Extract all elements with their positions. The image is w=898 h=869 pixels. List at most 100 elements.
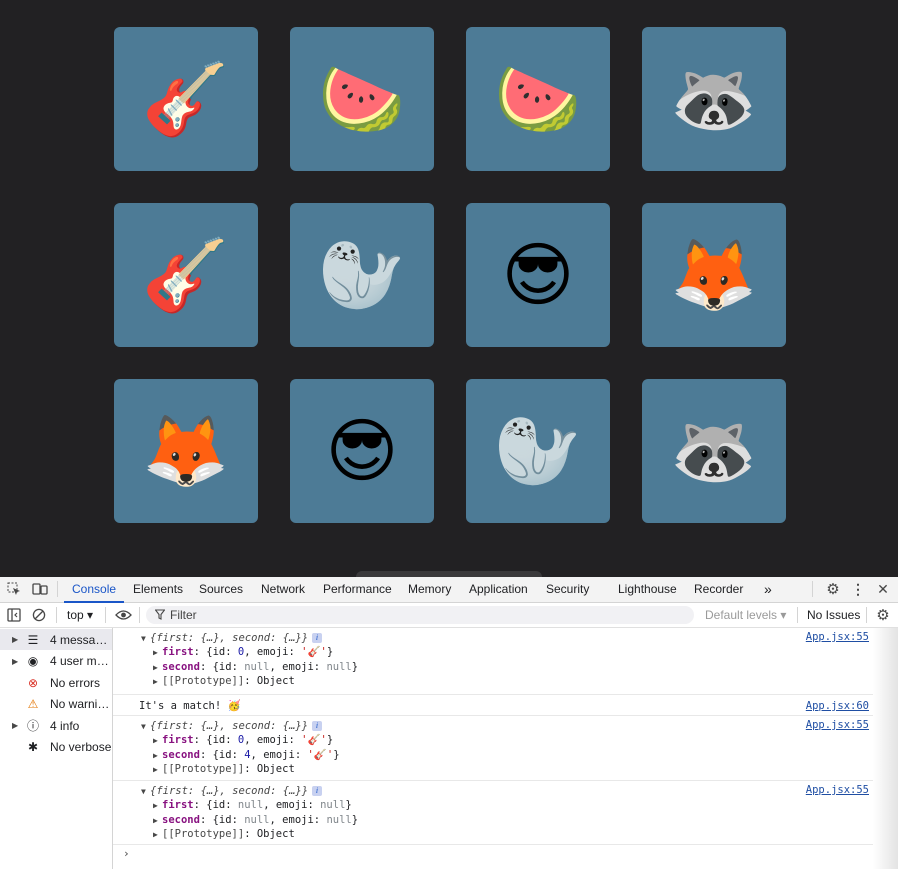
sidebar-filter-error[interactable]: ⊗ No errors [0, 672, 112, 693]
property-value: null [326, 661, 352, 673]
console-prompt[interactable]: › [123, 847, 130, 860]
expand-triangle-icon[interactable]: ▶ [153, 828, 162, 842]
tab-security[interactable]: Security [546, 577, 589, 602]
source-link[interactable]: App.jsx:60 [806, 700, 869, 712]
property-value: 0 [237, 734, 245, 746]
sidebar-filter-warning[interactable]: ⚠ No warnin... [0, 694, 112, 715]
console-message: App.jsx:60 It's a match! 🥳 [113, 695, 873, 716]
property-key: id [212, 799, 226, 811]
property-key: emoji [256, 734, 289, 746]
card-smiling-face-with-sunglasses[interactable]: 😎 [466, 203, 610, 347]
expand-triangle-icon[interactable]: ▶ [153, 799, 162, 813]
expand-triangle-icon[interactable]: ▶ [153, 763, 162, 777]
tab-network[interactable]: Network [261, 577, 305, 602]
property-value: 4 [244, 749, 251, 761]
settings-gear-icon[interactable]: ⚙ [825, 581, 841, 598]
clear-console-icon[interactable] [31, 607, 47, 623]
collapse-triangle-icon[interactable]: ▼ [141, 720, 150, 734]
expand-arrow-icon[interactable]: ▶ [12, 657, 18, 666]
tab-lighthouse[interactable]: Lighthouse [618, 577, 677, 602]
devtools-panel: Console Elements Sources Network Perform… [0, 577, 898, 869]
tab-sources[interactable]: Sources [199, 577, 243, 602]
tab-performance[interactable]: Performance [323, 577, 392, 602]
log-levels-dropdown[interactable]: Default levels ▾ [705, 608, 786, 622]
property-second[interactable]: ▶ second: {id: 4, emoji: '🎸'} [153, 748, 340, 762]
tab-recorder[interactable]: Recorder [694, 577, 743, 602]
expand-triangle-icon[interactable]: ▶ [153, 749, 162, 763]
property-first[interactable]: ▶ first: {id: null, emoji: null} [153, 798, 352, 812]
object-summary[interactable]: ▼ {first: {…}, second: {…}} i [141, 631, 323, 646]
card-seal[interactable]: 🦭 [290, 203, 434, 347]
expand-arrow-icon[interactable]: ▶ [12, 721, 18, 730]
property-key: emoji [275, 799, 308, 811]
source-link[interactable]: App.jsx:55 [806, 631, 869, 643]
console-settings-gear-icon[interactable]: ⚙ [875, 607, 891, 624]
card-smiling-face-with-sunglasses[interactable]: 😎 [290, 379, 434, 523]
log-text: It's a match! 🥳 [139, 700, 241, 712]
card-guitar[interactable]: 🎸 [114, 203, 258, 347]
tab-elements[interactable]: Elements [133, 577, 183, 602]
expand-triangle-icon[interactable]: ▶ [153, 814, 162, 828]
expand-triangle-icon[interactable]: ▶ [153, 734, 162, 748]
prototype-value: Object [256, 675, 295, 687]
prototype-row[interactable]: ▶ [[Prototype]]: Object [153, 762, 295, 776]
seal-emoji: 🦭 [318, 234, 406, 316]
sidebar-filter-bug[interactable]: ✱ No verbose [0, 737, 112, 758]
sidebar-toggle-icon[interactable] [6, 607, 22, 623]
card-watermelon[interactable]: 🍉 [466, 27, 610, 171]
more-options-icon[interactable]: ⋮ [851, 581, 865, 597]
toolbar-divider [866, 607, 867, 623]
property-value: null [326, 814, 352, 826]
card-grid: 🎸 🍉 🍉 🦝 🎸 🦭 😎 🦊 🦊 😎 🦭 🦝 [114, 27, 786, 523]
expand-arrow-icon[interactable]: ▶ [12, 635, 18, 644]
property-value: 0 [237, 646, 245, 658]
tab-memory[interactable]: Memory [408, 577, 451, 602]
sidebar-filter-list[interactable]: ▶ ☰ 4 messages [0, 629, 112, 650]
card-fox[interactable]: 🦊 [642, 203, 786, 347]
property-key: emoji [263, 749, 295, 761]
source-link[interactable]: App.jsx:55 [806, 784, 869, 796]
property-first[interactable]: ▶ first: {id: 0, emoji: '🎸'} [153, 733, 333, 747]
card-raccoon[interactable]: 🦝 [642, 27, 786, 171]
device-toolbar-icon[interactable] [32, 581, 48, 597]
card-fox[interactable]: 🦊 [114, 379, 258, 523]
prototype-row[interactable]: ▶ [[Prototype]]: Object [153, 827, 295, 841]
object-summary[interactable]: ▼ {first: {…}, second: {…}} i [141, 719, 323, 734]
property-key: first [162, 646, 194, 658]
card-seal[interactable]: 🦭 [466, 379, 610, 523]
guitar-emoji: 🎸 [142, 58, 230, 140]
tab-application[interactable]: Application [469, 577, 528, 602]
card-watermelon[interactable]: 🍉 [290, 27, 434, 171]
more-tabs-button[interactable]: » [764, 577, 772, 602]
card-guitar[interactable]: 🎸 [114, 27, 258, 171]
property-key: emoji [282, 814, 314, 826]
issues-counter[interactable]: No Issues [807, 608, 860, 622]
live-expression-eye-icon[interactable] [114, 607, 132, 623]
card-raccoon[interactable]: 🦝 [642, 379, 786, 523]
source-link[interactable]: App.jsx:55 [806, 719, 869, 731]
property-key: second [162, 661, 200, 673]
sidebar-filter-user[interactable]: ▶ ◉ 4 user me... [0, 651, 112, 672]
property-second[interactable]: ▶ second: {id: null, emoji: null} [153, 660, 358, 674]
expand-triangle-icon[interactable]: ▶ [153, 675, 162, 689]
prototype-label: [[Prototype]] [162, 675, 245, 687]
expand-triangle-icon[interactable]: ▶ [153, 646, 162, 660]
prototype-value: Object [256, 828, 295, 840]
fox-emoji: 🦊 [670, 234, 758, 316]
object-summary[interactable]: ▼ {first: {…}, second: {…}} i [141, 784, 323, 799]
property-first[interactable]: ▶ first: {id: 0, emoji: '🎸'} [153, 645, 333, 659]
watermelon-emoji: 🍉 [494, 58, 582, 140]
context-selector[interactable]: top ▾ [67, 608, 93, 622]
sidebar-filter-info[interactable]: ▶ ⓘ 4 info [0, 715, 112, 736]
inspect-element-icon[interactable] [6, 581, 22, 597]
property-second[interactable]: ▶ second: {id: null, emoji: null} [153, 813, 358, 827]
prototype-row[interactable]: ▶ [[Prototype]]: Object [153, 674, 295, 688]
filter-input[interactable] [170, 606, 670, 624]
sidebar-label: No warnin... [50, 697, 112, 711]
expand-triangle-icon[interactable]: ▶ [153, 661, 162, 675]
collapse-triangle-icon[interactable]: ▼ [141, 632, 150, 646]
close-devtools-icon[interactable]: ✕ [875, 581, 891, 597]
devtools-tabbar: Console Elements Sources Network Perform… [0, 577, 898, 603]
tab-console[interactable]: Console [63, 577, 125, 603]
collapse-triangle-icon[interactable]: ▼ [141, 785, 150, 799]
